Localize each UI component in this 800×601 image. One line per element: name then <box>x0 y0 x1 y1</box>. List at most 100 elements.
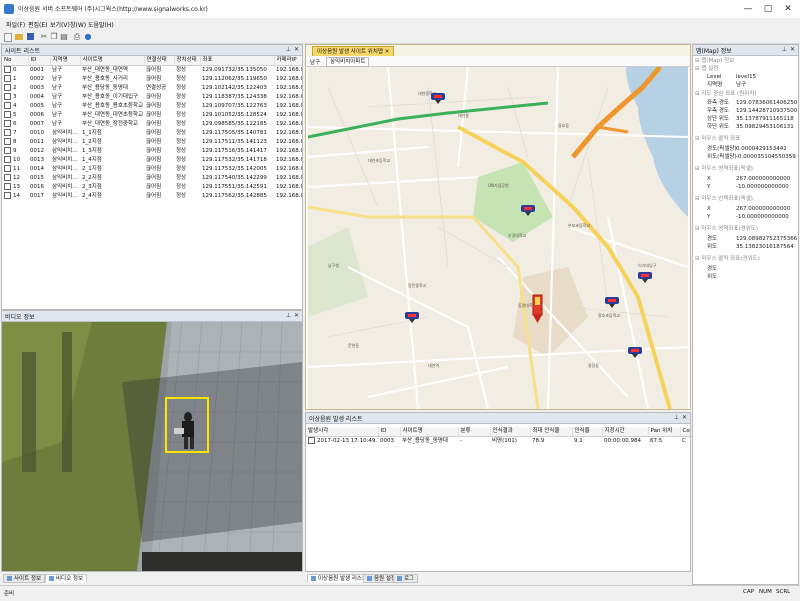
row-checkbox[interactable] <box>4 156 11 163</box>
save-icon[interactable] <box>27 33 34 40</box>
prop-value[interactable]: 35.09829453106131 <box>736 123 794 132</box>
table-cell: 11 <box>2 165 28 174</box>
row-checkbox[interactable] <box>4 147 11 154</box>
table-row[interactable]: 4 0005 남구 부산_용호동_용호초등학교 끊어짐 정상 129.109707/35.1… <box>2 102 302 111</box>
prop-value[interactable]: -10.000000000000 <box>736 183 789 192</box>
section-label: 마우스 클릭 좌표 <box>701 136 741 142</box>
map-subtab[interactable]: 삼익비치아파트 <box>326 57 370 67</box>
tab-site-map[interactable]: 이상음원 발생 사이트 위치맵 ✕ <box>312 46 395 56</box>
table-row[interactable]: 10 0013 삼익비치... 1_4지점 끊어짐 정상 129.117532/35.141… <box>2 156 302 165</box>
column-header[interactable]: 좌표 <box>200 56 275 66</box>
table-row[interactable]: 2 0003 남구 부산_용당동_동명대 연결성공 정상 129.102142/35.122… <box>2 84 302 93</box>
row-checkbox[interactable] <box>4 183 11 190</box>
open-icon[interactable] <box>15 34 23 40</box>
menu-view[interactable]: 보기(V) <box>50 20 70 29</box>
table-row[interactable]: 13 0016 삼익비치... 2_3지점 끊어짐 정상 129.117551/35.142… <box>2 183 302 192</box>
column-header[interactable]: 지역명 <box>50 56 81 66</box>
close-icon[interactable]: ✕ <box>294 46 299 53</box>
pin-icon[interactable]: ⊥ <box>286 46 291 53</box>
table-row[interactable]: 9 0012 삼익비치... 1_3지점 끊어짐 정상 129.117516/35.1414… <box>2 147 302 156</box>
copy-icon[interactable]: ❐ <box>50 33 58 41</box>
section-map-scale[interactable]: ⊟ 지도 중심 좌표 (원위치) <box>695 90 796 99</box>
new-icon[interactable] <box>4 33 12 42</box>
column-header[interactable]: ID <box>378 427 401 437</box>
column-header[interactable]: 장치상태 <box>174 56 201 66</box>
table-cell: 정상 <box>176 112 187 118</box>
table-row[interactable]: 6 0007 남구 부산_대연동_장전중학교 끊어짐 정상 129.098585/35.12… <box>2 120 302 129</box>
close-icon[interactable]: ✕ <box>790 46 795 53</box>
column-header[interactable]: ID <box>28 56 51 66</box>
menu-file[interactable]: 파일(F) <box>6 20 25 29</box>
tab-site-info[interactable]: 사이트 정보 <box>3 574 46 583</box>
help-icon[interactable]: ● <box>84 33 92 41</box>
table-row[interactable]: 1 0002 남구 부산_용호동_사거리 끊어짐 정상 129.112062/35.1196… <box>2 75 302 84</box>
column-header[interactable]: 발생시각 <box>306 427 379 437</box>
tab-event-list[interactable]: 이상음원 발생 리스트 <box>307 574 372 583</box>
pin-icon[interactable]: ⊥ <box>286 312 291 319</box>
tab-video-info[interactable]: 비디오 정보 <box>45 574 88 583</box>
column-header[interactable]: 사이트명 <box>80 56 145 66</box>
close-icon[interactable]: ✕ <box>682 414 687 421</box>
paste-icon[interactable]: ▤ <box>60 33 68 41</box>
row-checkbox[interactable] <box>4 84 11 91</box>
pin-icon[interactable]: ⊥ <box>782 46 787 53</box>
table-row[interactable]: 5 0006 남구 부산_대연동_대연초등학교 끊어짐 정상 129.101052/35.1… <box>2 111 302 120</box>
prop-value[interactable]: -10.000000000000 <box>736 213 789 222</box>
row-checkbox[interactable] <box>308 437 315 444</box>
column-header[interactable]: 분류 <box>458 427 491 437</box>
table-row[interactable]: 11 0014 삼익비치... 2_1지점 끊어짐 정상 129.117532/35.142… <box>2 165 302 174</box>
table-row[interactable]: 3 0004 남구 부산_용호동_이기대입구 끊어짐 정상 129.118387/35.12… <box>2 93 302 102</box>
tab-icon <box>367 576 372 581</box>
minimize-button[interactable]: — <box>740 3 756 15</box>
column-header[interactable]: 지정시간 <box>602 427 649 437</box>
column-header[interactable]: No <box>2 56 29 66</box>
row-checkbox[interactable] <box>4 111 11 118</box>
prop-value[interactable]: 남구 <box>736 81 746 90</box>
row-checkbox[interactable] <box>4 66 11 73</box>
pin-icon[interactable]: ⊥ <box>674 414 679 421</box>
column-header[interactable]: 카메라IP <box>274 56 302 66</box>
prop-value[interactable]: 35.13823016187564 <box>736 243 794 252</box>
close-icon[interactable]: ✕ <box>294 312 299 319</box>
table-row[interactable]: 7 0010 삼익비치... 1_1지점 끊어짐 정상 129.117505/35.1407… <box>2 129 302 138</box>
column-header[interactable]: Pan 위치 <box>648 427 681 437</box>
close-icon[interactable]: ✕ <box>385 49 390 55</box>
section-area-geo2[interactable]: ⊟ 마우스 클릭 좌표(경위도) <box>695 255 796 264</box>
row-checkbox[interactable] <box>4 174 11 181</box>
column-header[interactable]: 최대 인식율 <box>530 427 573 437</box>
prop-value[interactable]: -0.000035104550359 <box>736 153 796 162</box>
row-checkbox[interactable] <box>4 75 11 82</box>
section-coord[interactable]: ⊟ 마우스 클릭 좌표 <box>695 135 796 144</box>
column-header[interactable]: 인식율 <box>572 427 603 437</box>
tab-log[interactable]: 로그 <box>393 574 419 583</box>
row-checkbox[interactable] <box>4 129 11 136</box>
section-area-geo[interactable]: ⊟ 마우스 영역좌표(경위도) <box>695 225 796 234</box>
table-cell: 0017 <box>30 193 44 199</box>
map-info-title: 맵(Map) 정보 <box>696 48 732 55</box>
menu-help[interactable]: 도움말(H) <box>88 20 114 29</box>
row-checkbox[interactable] <box>4 165 11 172</box>
table-row[interactable]: 8 0011 삼익비치... 1_2지점 끊어짐 정상 129.117511/35.1411… <box>2 138 302 147</box>
table-row[interactable]: 14 0017 삼익비치... 2_4지점 끊어짐 정상 129.117562/35.142… <box>2 192 302 201</box>
section-area-pixel2[interactable]: ⊟ 마우스 선택좌표(픽셀) <box>695 195 796 204</box>
menu-edit[interactable]: 편집(E) <box>28 20 48 29</box>
row-checkbox[interactable] <box>4 120 11 127</box>
column-header[interactable]: 연결상태 <box>144 56 175 66</box>
cut-icon[interactable]: ✂ <box>40 33 48 41</box>
section-area-pixel[interactable]: ⊟ 마우스 영역좌표(픽셀) <box>695 165 796 174</box>
table-row[interactable]: 0 0001 남구 부산_대연동_대연역 끊어짐 정상 129.091732/35.1350… <box>2 66 302 76</box>
print-icon[interactable]: ⎙ <box>73 33 81 41</box>
table-row[interactable]: 2017-02-13 17:10:49.7160003 부산_용당동_동명대 - 비명… <box>306 437 690 447</box>
menu-window[interactable]: 창(W) <box>70 20 86 29</box>
column-header[interactable]: 사이트명 <box>400 427 459 437</box>
close-button[interactable]: ✕ <box>780 3 796 15</box>
column-header[interactable]: Co <box>680 427 690 437</box>
row-checkbox[interactable] <box>4 102 11 109</box>
maximize-button[interactable]: ▢ <box>760 3 776 15</box>
map-canvas[interactable]: 대연중학교대연동용호동 대연초등학교UN기념공원남구청 분포초등학교장전중학교동… <box>308 67 688 409</box>
column-header[interactable]: 인식결과 <box>490 427 531 437</box>
row-checkbox[interactable] <box>4 138 11 145</box>
table-row[interactable]: 12 0015 삼익비치... 2_2지점 끊어짐 정상 129.117540/35.142… <box>2 174 302 183</box>
row-checkbox[interactable] <box>4 192 11 199</box>
row-checkbox[interactable] <box>4 93 11 100</box>
